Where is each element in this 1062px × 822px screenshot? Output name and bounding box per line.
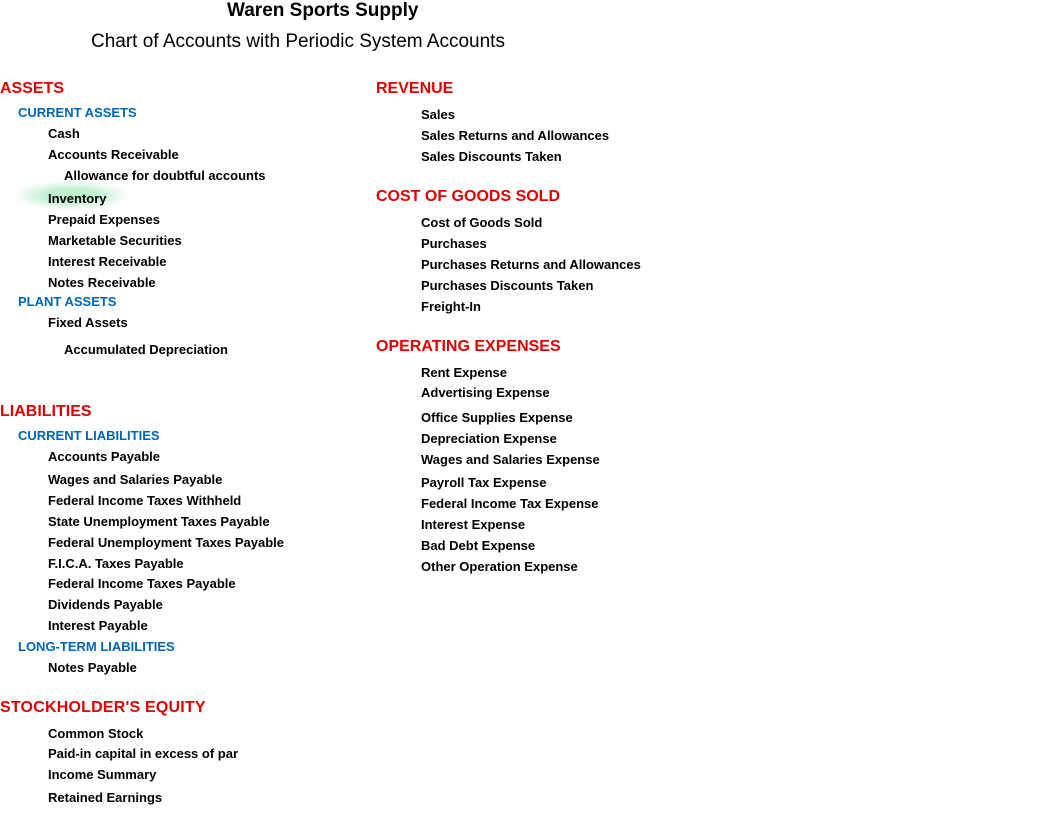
account-item: Allowance for doubtful accounts	[64, 168, 376, 183]
account-item: Income Summary	[48, 767, 376, 782]
account-item: State Unemployment Taxes Payable	[48, 514, 376, 529]
account-item: Interest Payable	[48, 618, 376, 633]
subcategory-plant-assets: PLANT ASSETS	[18, 294, 376, 309]
report-title: Chart of Accounts with Periodic System A…	[91, 31, 505, 53]
account-item: Accounts Receivable	[48, 147, 376, 162]
account-item: Bad Debt Expense	[421, 538, 641, 553]
highlight-inventory: Inventory	[48, 191, 107, 206]
category-operating-expenses: OPERATING EXPENSES	[376, 338, 641, 356]
account-item: Notes Receivable	[48, 275, 376, 290]
chart-of-accounts: ASSETS CURRENT ASSETS Cash Accounts Rece…	[0, 80, 1062, 805]
account-item: F.I.C.A. Taxes Payable	[48, 556, 376, 571]
category-stockholders-equity: STOCKHOLDER'S EQUITY	[0, 699, 376, 717]
category-cogs: COST OF GOODS SOLD	[376, 188, 641, 206]
right-column: REVENUE Sales Sales Returns and Allowanc…	[376, 80, 641, 805]
account-item: Other Operation Expense	[421, 559, 641, 574]
left-column: ASSETS CURRENT ASSETS Cash Accounts Rece…	[0, 80, 376, 805]
account-item: Federal Income Taxes Withheld	[48, 493, 376, 508]
category-assets: ASSETS	[0, 80, 376, 98]
account-item: Sales	[421, 107, 641, 122]
account-item: Cost of Goods Sold	[421, 215, 641, 230]
account-item: Federal Income Tax Expense	[421, 496, 641, 511]
company-name: Waren Sports Supply	[227, 0, 418, 22]
account-item: Rent Expense	[421, 365, 641, 380]
account-item: Common Stock	[48, 726, 376, 741]
category-liabilities: LIABILITIES	[0, 403, 376, 421]
account-item: Freight-In	[421, 299, 641, 314]
account-item: Wages and Salaries Expense	[421, 452, 641, 467]
account-item: Interest Expense	[421, 517, 641, 532]
account-item-inventory: Inventory	[48, 191, 376, 206]
account-item: Sales Returns and Allowances	[421, 128, 641, 143]
account-item: Sales Discounts Taken	[421, 149, 641, 164]
account-item: Dividends Payable	[48, 597, 376, 612]
account-item: Wages and Salaries Payable	[48, 472, 376, 487]
account-item: Accumulated Depreciation	[64, 342, 376, 357]
account-item: Marketable Securities	[48, 233, 376, 248]
account-item: Notes Payable	[48, 660, 376, 675]
account-item: Purchases Returns and Allowances	[421, 257, 641, 272]
category-revenue: REVENUE	[376, 80, 641, 98]
account-item: Paid-in capital in excess of par	[48, 746, 376, 761]
account-item: Payroll Tax Expense	[421, 475, 641, 490]
account-item: Federal Unemployment Taxes Payable	[48, 535, 376, 550]
account-item: Purchases	[421, 236, 641, 251]
account-item: Accounts Payable	[48, 449, 376, 464]
subcategory-current-assets: CURRENT ASSETS	[18, 105, 376, 120]
account-item: Depreciation Expense	[421, 431, 641, 446]
account-item: Advertising Expense	[421, 385, 641, 400]
account-item: Interest Receivable	[48, 254, 376, 269]
account-item: Cash	[48, 126, 376, 141]
account-item: Prepaid Expenses	[48, 212, 376, 227]
account-item: Purchases Discounts Taken	[421, 278, 641, 293]
subcategory-long-term-liabilities: LONG-TERM LIABILITIES	[18, 639, 376, 654]
account-item: Office Supplies Expense	[421, 410, 641, 425]
account-item: Fixed Assets	[48, 315, 376, 330]
account-item: Federal Income Taxes Payable	[48, 576, 376, 591]
subcategory-current-liabilities: CURRENT LIABILITIES	[18, 428, 376, 443]
account-item: Retained Earnings	[48, 790, 376, 805]
